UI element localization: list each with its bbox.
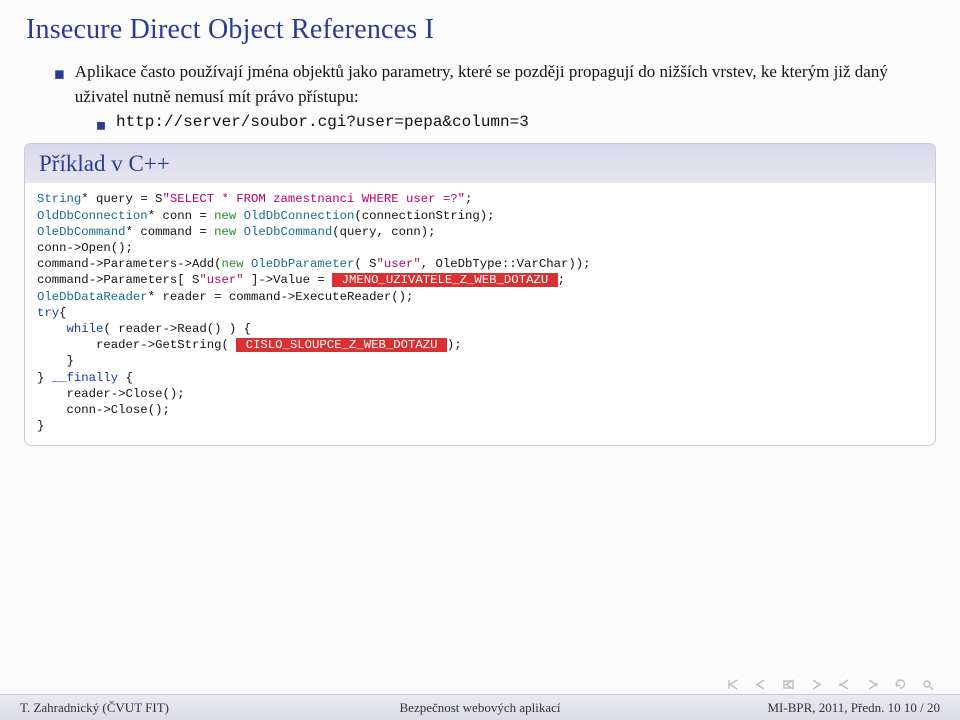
code-token: reader->Close(); (37, 387, 185, 401)
nav-section-next-icon[interactable] (866, 679, 880, 690)
code-token: conn->Open(); (37, 241, 133, 255)
code-token: ( reader->Read() ) { (103, 322, 251, 336)
code-token: OldDbConnection (37, 209, 148, 223)
code-token-highlight: JMENO_UZIVATELE_Z_WEB_DOTAZU (332, 273, 557, 287)
code-token: command->Parameters->Add( (37, 257, 221, 271)
nav-search-icon[interactable] (922, 679, 936, 690)
nav-section-prev-icon[interactable] (838, 679, 852, 690)
bullet-icon: ◼ (54, 65, 65, 84)
code-token: ; (558, 273, 565, 287)
code-token: OleDbParameter (251, 257, 354, 271)
code-token: new (214, 209, 244, 223)
sub-bullet-item: ◼ http://server/soubor.cgi?user=pepa&col… (96, 113, 934, 133)
footer-right: MI-BPR, 2011, Předn. 10 10 / 20 (768, 700, 941, 716)
code-token: (connectionString); (354, 209, 494, 223)
code-token: * reader = command->ExecuteReader(); (148, 290, 414, 304)
code-token: "user" (199, 273, 243, 287)
code-token: conn->Close(); (37, 403, 170, 417)
code-token: reader->GetString( (37, 338, 236, 352)
code-token: "user" (376, 257, 420, 271)
code-token: { (126, 371, 133, 385)
nav-next-icon[interactable] (810, 679, 824, 690)
nav-undo-icon[interactable] (894, 679, 908, 690)
code-token: } (37, 419, 44, 433)
code-token: ]->Value = (244, 273, 333, 287)
example-header: Příklad v C++ (24, 143, 936, 183)
code-token: (query, conn); (332, 225, 435, 239)
code-token: OleDbCommand (244, 225, 333, 239)
sub-bullet-icon: ◼ (96, 118, 106, 133)
code-token: * query = S (81, 192, 162, 206)
slide-title: Insecure Direct Object References I (26, 14, 934, 46)
code-token: "SELECT * FROM zamestnanci WHERE user =?… (162, 192, 465, 206)
code-token: while (67, 322, 104, 336)
code-token: String (37, 192, 81, 206)
footer-left: T. Zahradnický (ČVUT FIT) (20, 700, 169, 716)
nav-first-icon[interactable] (726, 679, 740, 690)
bullet-item: ◼ Aplikace často používají jména objektů… (54, 60, 934, 109)
code-token: , OleDbType::VarChar)); (421, 257, 591, 271)
code-token: } (37, 371, 52, 385)
nav-up-icon[interactable] (782, 679, 796, 690)
code-token: OleDbDataReader (37, 290, 148, 304)
code-token: OldDbConnection (244, 209, 355, 223)
code-token: ); (447, 338, 462, 352)
code-token: command->Parameters[ S (37, 273, 199, 287)
sub-bullet-url: http://server/soubor.cgi?user=pepa&colum… (116, 113, 529, 131)
code-token: * command = (126, 225, 215, 239)
nav-icon-bar (726, 679, 936, 690)
content-area: ◼ Aplikace často používají jména objektů… (26, 60, 934, 446)
footer-center: Bezpečnost webových aplikací (400, 700, 561, 716)
code-token: new (221, 257, 251, 271)
bullet-text: Aplikace často používají jména objektů j… (75, 60, 934, 109)
code-token (37, 322, 67, 336)
nav-prev-icon[interactable] (754, 679, 768, 690)
code-token: __finally (52, 371, 126, 385)
code-token: OleDbCommand (37, 225, 126, 239)
code-token: * conn = (148, 209, 214, 223)
code-token-highlight: CISLO_SLOUPCE_Z_WEB_DOTAZU (236, 338, 447, 352)
code-token: ; (465, 192, 472, 206)
code-token: } (37, 354, 74, 368)
code-block: String* query = S"SELECT * FROM zamestna… (24, 183, 936, 445)
footer-bar: T. Zahradnický (ČVUT FIT) Bezpečnost web… (0, 694, 960, 720)
code-token: try (37, 306, 59, 320)
code-token: ( S (354, 257, 376, 271)
code-token: { (59, 306, 66, 320)
code-token: new (214, 225, 244, 239)
